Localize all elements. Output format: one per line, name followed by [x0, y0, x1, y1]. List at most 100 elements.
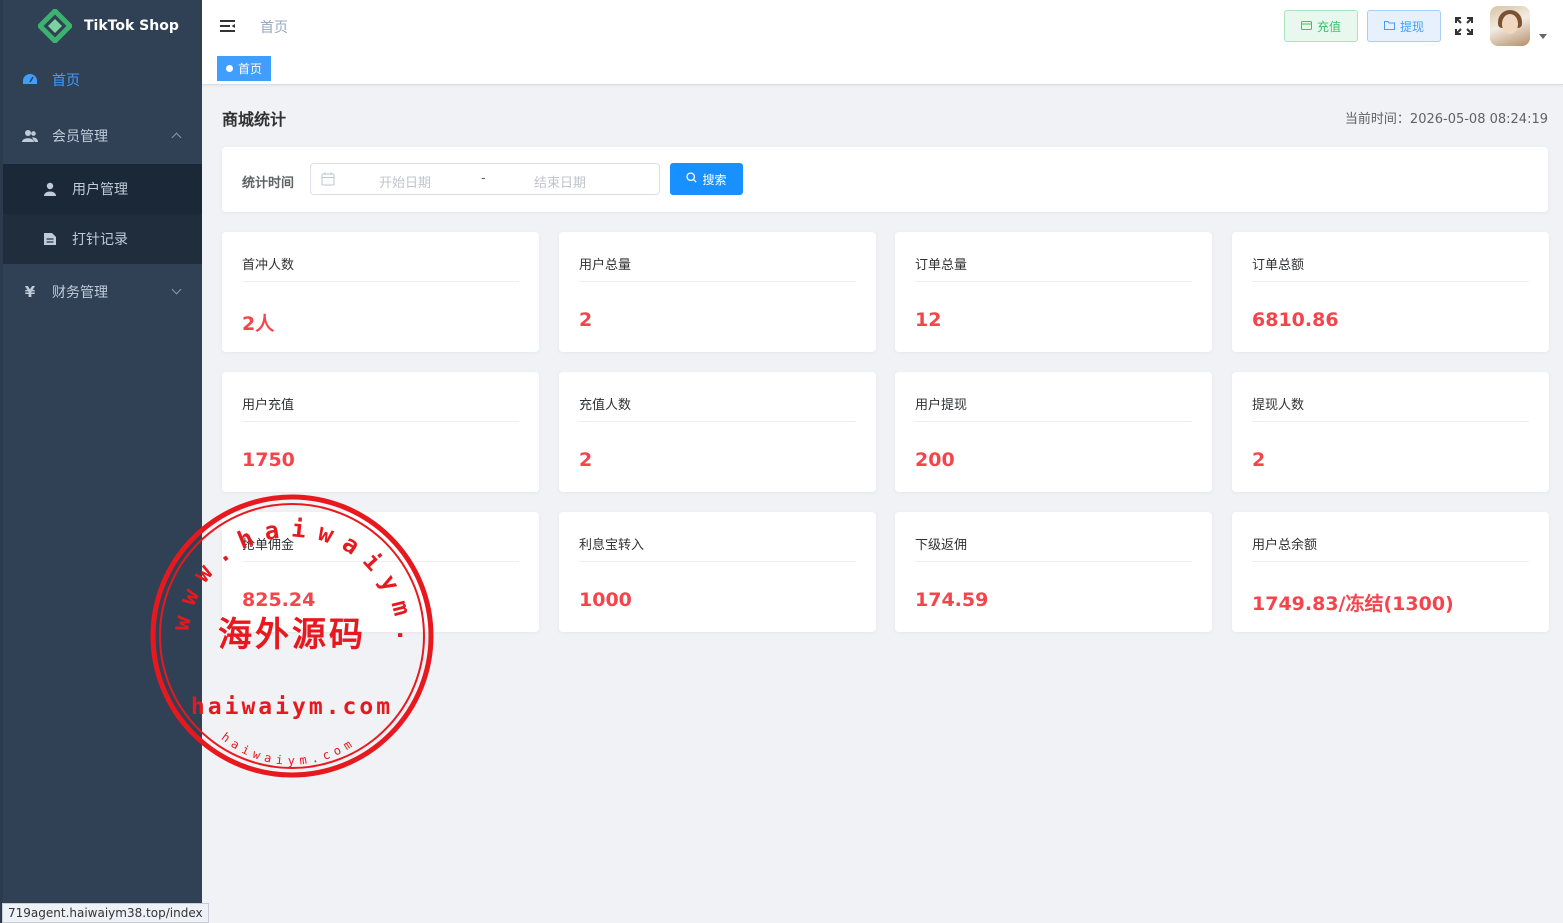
- brand[interactable]: TikTok Shop: [0, 0, 202, 52]
- user-icon: [42, 181, 58, 197]
- stat-title: 订单总量: [915, 258, 968, 273]
- search-icon: [686, 172, 698, 186]
- stat-value: 1000: [579, 589, 632, 611]
- submenu-members: 用户管理 打针记录: [0, 164, 202, 264]
- stat-time-label: 统计时间: [242, 176, 295, 191]
- current-time-label: 当前时间：: [1344, 112, 1410, 127]
- stat-card: 用户充值 1750: [222, 372, 539, 492]
- stat-card: 充值人数 2: [559, 372, 876, 492]
- stat-card: 抢单佣金 825.24: [222, 512, 539, 632]
- stat-card: 下级返佣 174.59: [895, 512, 1212, 632]
- sidebar-item-members[interactable]: 会员管理: [0, 108, 202, 164]
- search-form: 统计时间 开始日期 - 结束日期 搜索: [222, 147, 1548, 212]
- stat-card: 用户总余额 1749.83/冻结(1300): [1232, 512, 1549, 632]
- divider: [579, 421, 856, 422]
- start-date-input[interactable]: 开始日期: [379, 172, 431, 191]
- breadcrumb[interactable]: 首页: [260, 17, 288, 37]
- current-time: 当前时间：2026-05-08 08:24:19: [1345, 108, 1548, 127]
- dashboard-icon: [22, 72, 38, 88]
- page-title: 商城统计: [222, 110, 287, 129]
- status-url: 719agent.haiwaiym38.top/index: [2, 903, 209, 923]
- search-button[interactable]: 搜索: [670, 163, 743, 195]
- sidebar: TikTok Shop 首页 会员管理 用户管理 打针记录 ¥ 财务管理 719…: [0, 0, 209, 923]
- divider: [242, 421, 519, 422]
- stat-value: 200: [915, 449, 955, 471]
- stat-title: 利息宝转入: [579, 538, 645, 553]
- recharge-label: 充值: [1316, 19, 1341, 34]
- withdraw-label: 提现: [1399, 19, 1424, 34]
- stat-title: 用户充值: [242, 398, 295, 413]
- stat-value: 2: [579, 309, 593, 331]
- stat-card: 用户提现 200: [895, 372, 1212, 492]
- divider: [242, 281, 519, 282]
- tag-dot: [226, 65, 233, 72]
- stat-card: 用户总量 2: [559, 232, 876, 352]
- stat-value: 2: [579, 449, 593, 471]
- users-icon: [22, 128, 38, 144]
- chevron-up-icon: [171, 132, 182, 143]
- main-content: 商城统计 当前时间：2026-05-08 08:24:19 统计时间 开始日期 …: [202, 86, 1563, 923]
- divider: [1252, 281, 1529, 282]
- divider: [1252, 421, 1529, 422]
- stat-card: 订单总量 12: [895, 232, 1212, 352]
- date-range-picker[interactable]: 开始日期 - 结束日期: [310, 163, 660, 195]
- sidebar-item-records[interactable]: 打针记录: [0, 214, 202, 264]
- sidebar-item-label: 会员管理: [52, 129, 108, 145]
- stat-title: 抢单佣金: [242, 538, 295, 553]
- yen-icon: ¥: [24, 283, 36, 301]
- sidebar-item-finance[interactable]: ¥ 财务管理: [0, 264, 202, 320]
- stat-value: 1750: [242, 449, 295, 471]
- withdraw-button[interactable]: 提现: [1367, 10, 1441, 42]
- stat-card: 首冲人数 2人: [222, 232, 539, 352]
- sidebar-item-label: 首页: [52, 73, 80, 89]
- stat-card: 订单总额 6810.86: [1232, 232, 1549, 352]
- card-icon: [1300, 19, 1312, 33]
- stat-card: 提现人数 2: [1232, 372, 1549, 492]
- fullscreen-icon[interactable]: [1454, 16, 1474, 36]
- divider: [242, 561, 519, 562]
- tags-view: 首页: [202, 52, 1563, 85]
- divider: [579, 561, 856, 562]
- current-time-value: 2026-05-08 08:24:19: [1409, 112, 1548, 127]
- stat-value: 174.59: [915, 589, 989, 611]
- sidebar-item-label: 用户管理: [72, 182, 128, 198]
- navbar: 首页 充值 提现: [202, 0, 1563, 52]
- stat-title: 订单总额: [1252, 258, 1305, 273]
- divider: [915, 421, 1192, 422]
- stat-title: 首冲人数: [242, 258, 295, 273]
- stat-title: 下级返佣: [915, 538, 968, 553]
- avatar[interactable]: [1490, 6, 1530, 46]
- divider: [1252, 561, 1529, 562]
- tag-label: 首页: [238, 62, 263, 76]
- stat-value: 6810.86: [1252, 309, 1339, 331]
- logo-icon: [36, 7, 74, 45]
- stat-title: 用户总量: [579, 258, 632, 273]
- caret-down-icon[interactable]: [1539, 34, 1547, 39]
- stat-title: 用户总余额: [1252, 538, 1318, 553]
- stat-value: 2: [1252, 449, 1266, 471]
- stat-title: 提现人数: [1252, 398, 1305, 413]
- tag-home[interactable]: 首页: [217, 56, 272, 81]
- document-icon: [42, 231, 58, 247]
- recharge-button[interactable]: 充值: [1284, 10, 1358, 42]
- sidebar-item-label: 财务管理: [52, 285, 108, 301]
- stat-value: 12: [915, 309, 942, 331]
- stat-title: 用户提现: [915, 398, 968, 413]
- calendar-icon: [321, 172, 335, 186]
- stat-value: 1749.83/冻结(1300): [1252, 593, 1454, 615]
- divider: [915, 561, 1192, 562]
- sidebar-item-label: 打针记录: [72, 232, 128, 248]
- brand-title: TikTok Shop: [84, 18, 179, 34]
- sidebar-item-user-management[interactable]: 用户管理: [0, 164, 202, 214]
- divider: [579, 281, 856, 282]
- sidebar-item-home[interactable]: 首页: [0, 52, 202, 108]
- folder-icon: [1383, 19, 1395, 33]
- range-separator: -: [481, 171, 486, 186]
- end-date-input[interactable]: 结束日期: [534, 172, 586, 191]
- stat-card: 利息宝转入 1000: [559, 512, 876, 632]
- divider: [915, 281, 1192, 282]
- chevron-down-icon: [171, 284, 182, 295]
- avatar-face: [1502, 14, 1518, 34]
- hamburger-icon[interactable]: [218, 16, 238, 36]
- search-button-label: 搜索: [702, 172, 727, 187]
